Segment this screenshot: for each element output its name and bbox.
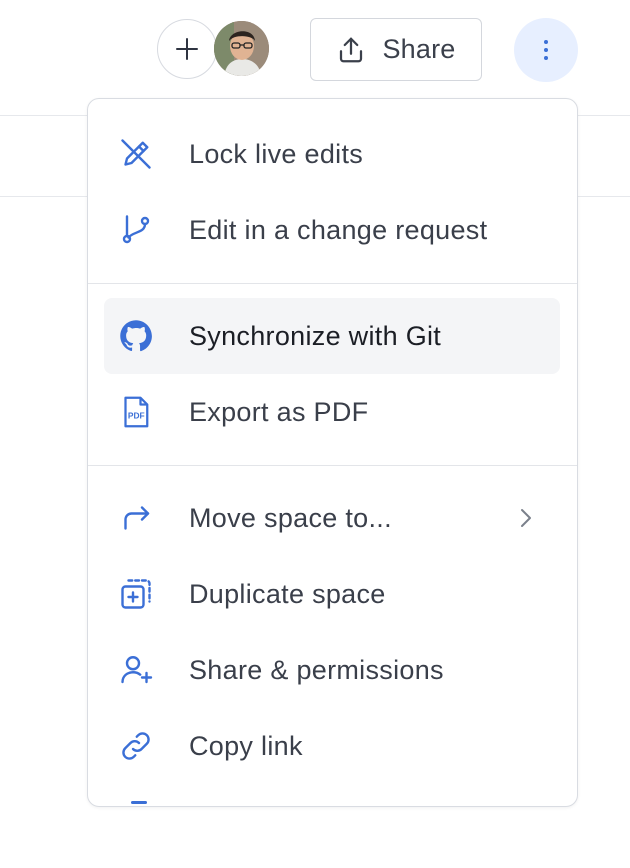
pencil-slash-icon bbox=[118, 136, 154, 172]
share-label: Share bbox=[382, 34, 456, 64]
more-options-button[interactable] bbox=[514, 18, 578, 82]
next-item-icon-peek bbox=[131, 801, 147, 804]
space-options-menu: Lock live edits Edit in a change request… bbox=[87, 98, 578, 807]
arrow-turn-right-icon bbox=[118, 500, 154, 536]
menu-item-label: Synchronize with Git bbox=[189, 320, 442, 351]
menu-item-label: Edit in a change request bbox=[189, 214, 488, 245]
menu-item-label: Share & permissions bbox=[189, 654, 444, 685]
vertical-dots-icon bbox=[544, 40, 548, 60]
menu-divider bbox=[88, 465, 577, 466]
upload-icon bbox=[340, 37, 363, 62]
share-button[interactable]: Share bbox=[310, 18, 482, 81]
link-icon bbox=[118, 728, 154, 764]
menu-item-label: Duplicate space bbox=[189, 578, 386, 609]
user-plus-icon bbox=[118, 652, 154, 688]
avatar[interactable] bbox=[214, 21, 269, 76]
pdf-file-icon: PDF bbox=[118, 394, 154, 430]
plus-icon bbox=[176, 38, 198, 60]
svg-text:PDF: PDF bbox=[128, 410, 145, 420]
chevron-right-icon bbox=[514, 506, 536, 535]
git-branch-icon bbox=[118, 212, 154, 248]
menu-item-label: Export as PDF bbox=[189, 396, 369, 427]
menu-item-move-space-to[interactable]: Move space to... bbox=[104, 480, 560, 556]
menu-item-export-as-pdf[interactable]: PDF Export as PDF bbox=[104, 374, 560, 450]
menu-item-edit-in-change-request[interactable]: Edit in a change request bbox=[104, 192, 560, 268]
menu-item-duplicate-space[interactable]: Duplicate space bbox=[104, 556, 560, 632]
menu-item-share-and-permissions[interactable]: Share & permissions bbox=[104, 632, 560, 708]
menu-item-copy-link[interactable]: Copy link bbox=[104, 708, 560, 784]
github-icon bbox=[118, 318, 154, 354]
menu-divider bbox=[88, 283, 577, 284]
menu-item-label: Copy link bbox=[189, 730, 303, 761]
menu-item-lock-live-edits[interactable]: Lock live edits bbox=[104, 116, 560, 192]
menu-item-label: Lock live edits bbox=[189, 138, 364, 169]
duplicate-icon bbox=[118, 576, 154, 612]
add-button[interactable] bbox=[157, 19, 217, 79]
menu-item-synchronize-with-git[interactable]: Synchronize with Git bbox=[104, 298, 560, 374]
menu-item-label: Move space to... bbox=[189, 502, 392, 533]
